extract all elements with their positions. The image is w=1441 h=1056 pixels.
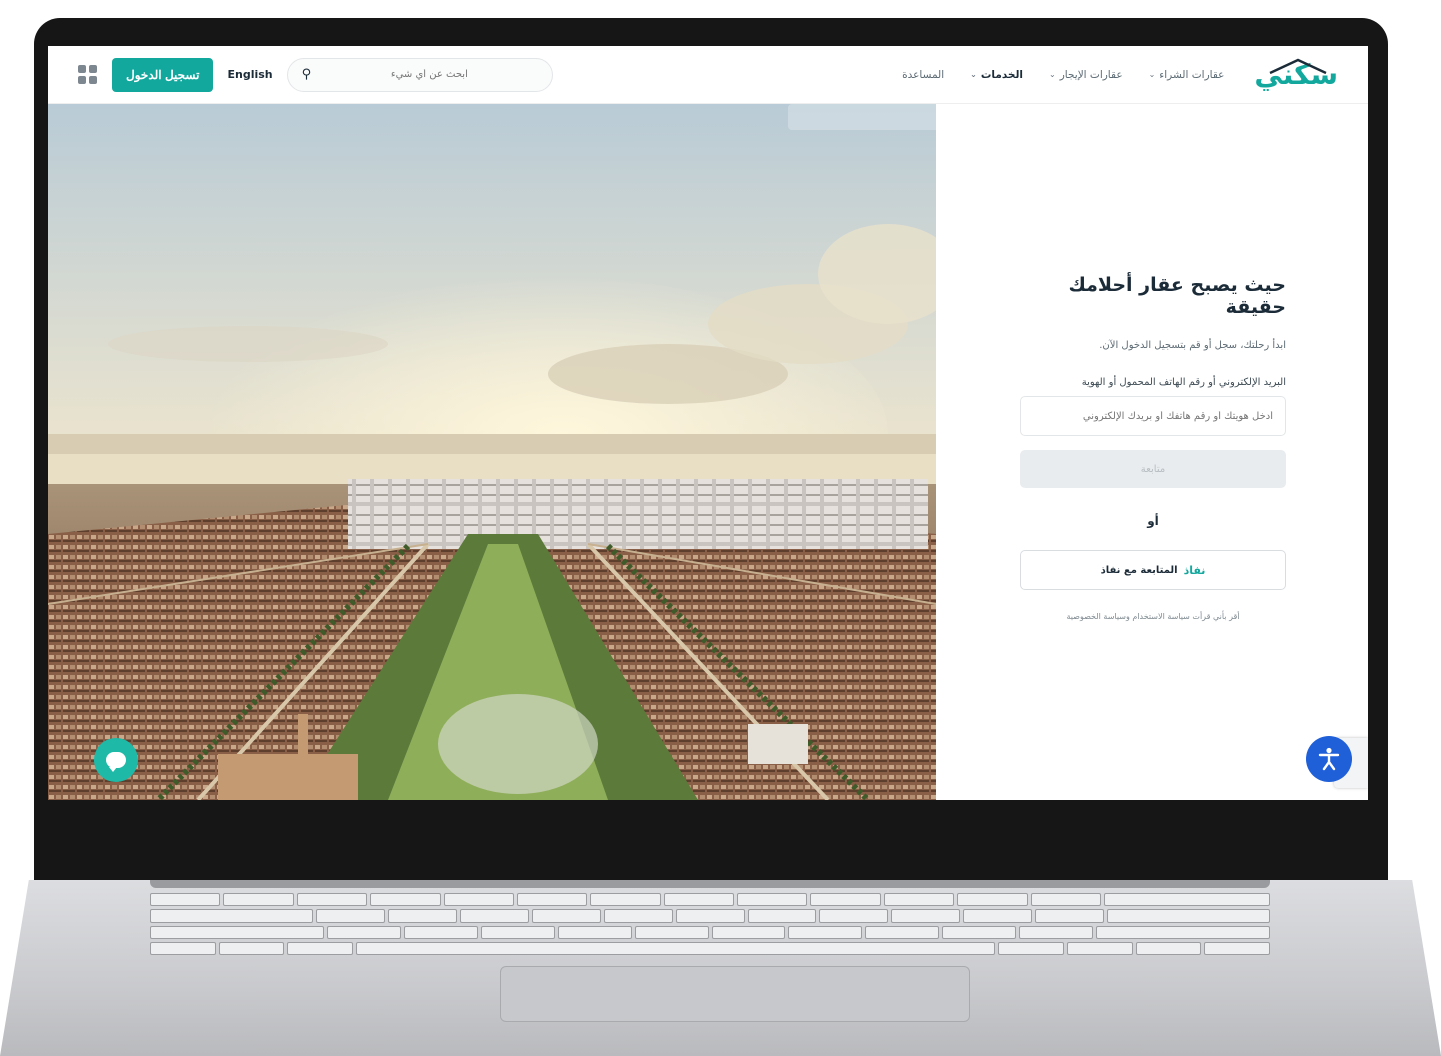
navbar: تسجيل الدخول English ⚲ سكني عقارات الشرا… <box>48 46 1368 104</box>
language-switch-link[interactable]: English <box>227 68 272 81</box>
grid-icon[interactable] <box>78 64 98 85</box>
menu-item-help[interactable]: المساعدة <box>902 69 944 81</box>
navbar-left: تسجيل الدخول English ⚲ <box>78 57 553 92</box>
search-icon: ⚲ <box>301 67 312 82</box>
nafath-logo: نفاذ <box>1183 563 1206 577</box>
navbar-right: سكني عقارات الشراء ⌄ عقارات الإيجار ⌄ ال… <box>902 55 1338 95</box>
menu-item-services[interactable]: الخدمات ⌄ <box>970 69 1023 81</box>
menu-item-label: المساعدة <box>902 68 945 81</box>
nafath-login-button[interactable]: نفاذ المتابعة مع نفاذ <box>1020 550 1286 590</box>
nafath-label: المتابعة مع نفاذ <box>1100 564 1178 576</box>
house-roof-icon <box>1269 58 1327 74</box>
trackpad <box>500 966 970 1022</box>
login-heading: حيث يصبح عقار أحلامك حقيقة <box>1068 274 1286 318</box>
terms-note[interactable]: أقر بأني قرأت سياسة الاستخدام وسياسة الخ… <box>1020 612 1286 621</box>
login-panel: حيث يصبح عقار أحلامك حقيقة ابدأ رحلتك، س… <box>936 104 1368 800</box>
menu-item-label: عقارات الشراء <box>1159 68 1225 81</box>
chevron-down-icon: ⌄ <box>1049 70 1056 79</box>
chevron-down-icon: ⌄ <box>970 70 977 79</box>
chevron-down-icon: ⌄ <box>1148 70 1156 79</box>
continue-button[interactable]: متابعة <box>1020 450 1286 488</box>
main-menu: عقارات الشراء ⌄ عقارات الإيجار ⌄ الخدمات… <box>902 69 1224 81</box>
accessibility-icon <box>1318 747 1340 771</box>
id-field-label: البريد الإلكتروني أو رقم الهاتف المحمول … <box>1081 377 1286 388</box>
accessibility-button[interactable] <box>1306 736 1352 782</box>
menu-item-label: عقارات الإيجار <box>1059 68 1123 81</box>
screen: تسجيل الدخول English ⚲ سكني عقارات الشرا… <box>48 46 1368 800</box>
laptop-hinge <box>150 880 1270 888</box>
login-form: حيث يصبح عقار أحلامك حقيقة ابدأ رحلتك، س… <box>1020 274 1286 621</box>
or-divider: أو <box>1147 514 1159 528</box>
menu-item-rent[interactable]: عقارات الإيجار ⌄ <box>1049 69 1123 81</box>
logo[interactable]: سكني <box>1254 55 1338 95</box>
login-button[interactable]: تسجيل الدخول <box>112 57 214 92</box>
login-subheading: ابدأ رحلتك، سجل أو قم بتسجيل الدخول الآن… <box>1099 340 1286 351</box>
chat-bubble-icon <box>106 752 126 772</box>
id-input[interactable] <box>1020 396 1286 436</box>
menu-item-buy[interactable]: عقارات الشراء ⌄ <box>1149 69 1225 81</box>
aerial-city-illustration <box>48 104 936 800</box>
search-input[interactable] <box>321 69 538 80</box>
menu-item-label: الخدمات <box>980 68 1024 81</box>
keyboard <box>150 893 1271 955</box>
chat-button[interactable] <box>94 738 138 782</box>
search-box[interactable]: ⚲ <box>286 57 553 92</box>
hero-image <box>48 104 936 800</box>
